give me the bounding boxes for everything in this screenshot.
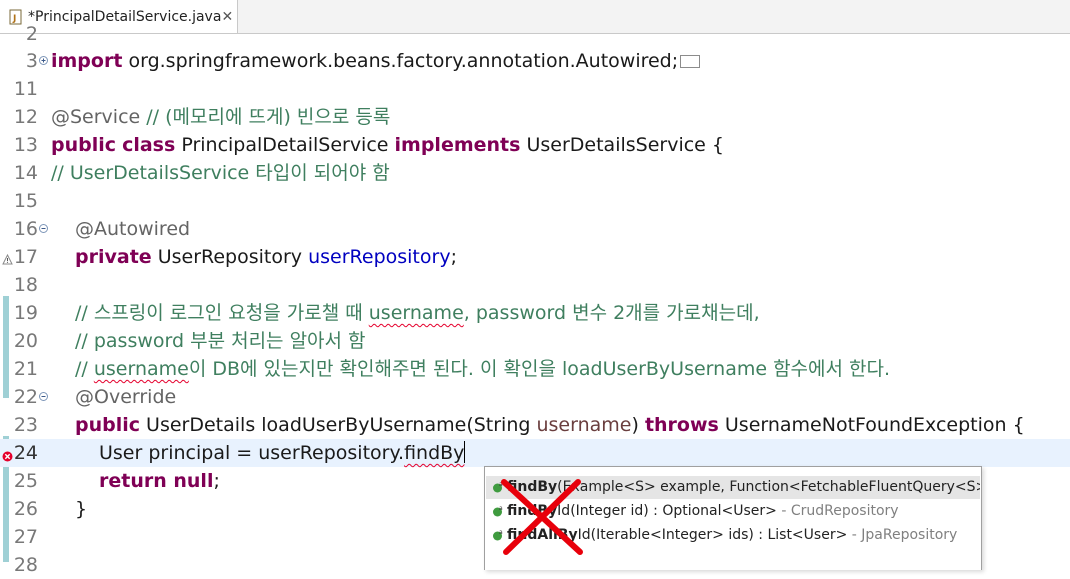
code-line: 19 // 스프링이 로그인 요청을 가로챌 때 username, passw… [0,299,1070,327]
comment: // 스프링이 로그인 요청을 가로챌 때 [75,302,369,324]
field-name: userRepository [308,246,451,268]
proposal-name: findBy [507,479,558,495]
class-name: PrincipalDetailService [175,134,395,156]
comment: // UserDetailsService 타입이 되어야 함 [51,162,390,184]
method-signature: UserDetails loadUserByUsername(String [140,414,537,436]
comment: , password 변수 2개를 가로채는데, [463,302,760,324]
comment: 이 DB에 있는지만 확인해주면 된다. 이 확인을 loadUserByUse… [188,358,891,380]
line-number: 28 [13,554,38,576]
line-number: 25 [13,470,38,492]
statement: User principal = userRepository. [99,442,405,464]
semicolon: ; [213,470,220,492]
public-method-icon: a [493,506,503,517]
keyword: return [99,470,167,492]
current-code-line[interactable]: 24 User principal = userRepository.findB… [0,439,1070,467]
svg-text:a: a [499,482,503,488]
comment: // password 부분 처리는 알아서 함 [75,330,366,352]
code-line: 12 @Service // (메모리에 뜨게) 빈으로 등록 [0,103,1070,131]
fold-collapse-icon[interactable] [39,224,48,233]
keyword: private [75,246,152,268]
keyword: null [166,470,214,492]
collapsed-imports-box[interactable] [680,55,701,68]
line-number: 22 [13,386,38,408]
keyword: public [75,414,141,436]
code-line: 2 [0,20,1070,48]
proposal-signature: Id(Integer id) : Optional<User> [557,503,777,519]
line-number: 20 [13,330,38,352]
code-line: 20 // password 부분 처리는 알아서 함 [0,327,1070,355]
line-number: 17 [13,246,38,268]
proposal-name: findAllBy [507,527,578,543]
error-token: findBy [404,442,465,464]
proposal-item[interactable]: a findBy(Example<S> example, Function<Fe… [486,476,980,499]
semicolon: ; [450,246,457,268]
annotation: @Autowired [75,218,191,240]
code-line: 17 private UserRepository userRepository… [0,243,1070,271]
content-assist-popup[interactable]: a findBy(Example<S> example, Function<Fe… [484,466,982,570]
fold-collapse-icon[interactable] [39,392,48,401]
line-number: 13 [13,134,38,156]
line-number: 26 [13,498,38,520]
proposal-declaring-type: - CrudRepository [776,503,899,519]
line-number: 15 [13,190,38,212]
keyword: public [51,134,117,156]
line-number: 14 [13,162,38,184]
code-line: 18 [0,271,1070,299]
interface-name: UserDetailsService { [520,134,725,156]
line-number: 3 [25,50,38,72]
annotation: @Override [75,386,177,408]
line-number: 19 [13,302,38,324]
import-path: org.springframework.beans.factory.annota… [122,50,679,72]
line-number: 16 [13,218,38,240]
method-signature: ) [631,414,645,436]
line-number: 18 [13,274,38,296]
keyword: import [51,50,123,72]
text-caret [464,441,466,463]
annotation: @Service [51,106,141,128]
code-line: 23 public UserDetails loadUserByUsername… [0,411,1070,439]
line-number: 23 [13,414,38,436]
code-line: 15 [0,187,1070,215]
keyword: class [122,134,176,156]
proposal-declaring-type: - JpaRepository [847,527,958,543]
line-number: 12 [13,106,38,128]
svg-text:a: a [499,506,503,512]
keyword: implements [394,134,521,156]
svg-text:a: a [499,530,503,536]
exception-name: UsernameNotFoundException { [718,414,1025,436]
fold-expand-icon[interactable] [39,56,48,65]
proposal-signature: Id(Iterable<Integer> ids) : List<User> [577,527,848,543]
line-number: 24 [13,442,38,464]
line-number: 21 [13,358,38,380]
proposal-item[interactable]: a findAllById(Iterable<Integer> ids) : L… [486,524,980,547]
code-line: 3 import org.springframework.beans.facto… [0,47,1070,75]
comment: // (메모리에 뜨게) 빈으로 등록 [140,106,391,128]
type-name: UserRepository [151,246,309,268]
line-number: 11 [13,78,38,100]
code-line: 16 @Autowired [0,215,1070,243]
code-line: 14 // UserDetailsService 타입이 되어야 함 [0,159,1070,187]
code-line: 11 [0,75,1070,103]
proposal-signature: (Example<S> example, Function<FetchableF… [557,479,980,495]
keyword: throws [644,414,719,436]
code-line: 21 // username이 DB에 있는지만 확인해주면 된다. 이 확인을… [0,355,1070,383]
code-line: 13 public class PrincipalDetailService i… [0,131,1070,159]
line-number: 2 [25,23,38,45]
spelling-flagged-word: username [368,302,464,324]
parameter-name: username [536,414,632,436]
public-method-icon: a [493,482,503,493]
public-method-icon: a [493,530,503,541]
comment: // [75,358,94,380]
proposal-name: findBy [507,503,558,519]
spelling-flagged-word: username [93,358,189,380]
line-number: 27 [13,526,38,548]
code-line: 22 @Override [0,383,1070,411]
proposal-item[interactable]: a findById(Integer id) : Optional<User> … [486,500,980,523]
closing-brace: } [75,498,88,520]
